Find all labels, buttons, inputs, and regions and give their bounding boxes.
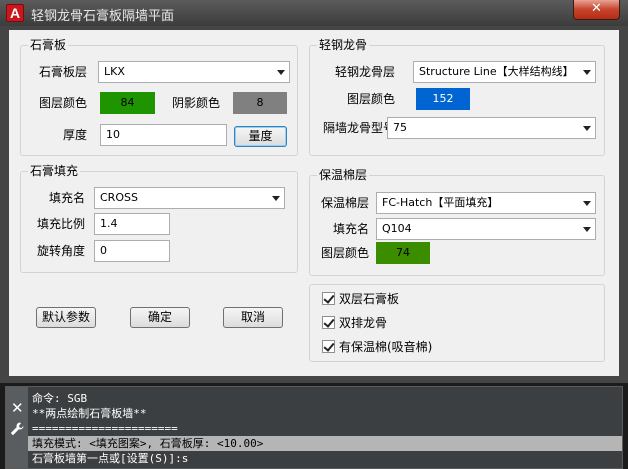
fill-scale-input[interactable]: 1.4: [94, 213, 170, 235]
double-keel-checkbox[interactable]: 双排龙骨: [322, 315, 442, 331]
rotation-angle-input[interactable]: 0: [94, 240, 170, 262]
command-line-sidebar: ✕: [6, 387, 28, 468]
checkmark-icon: [322, 340, 335, 353]
cancel-button[interactable]: 取消: [223, 307, 283, 328]
title-bar[interactable]: A 轻钢龙骨石膏板隔墙平面 ✕: [0, 0, 628, 26]
dialog-client-area: 石膏板 石膏板层 LKX 图层颜色 84 阴影颜色 8 厚度 10 量度 轻钢龙…: [9, 30, 619, 376]
chevron-down-icon: [583, 227, 591, 232]
command-line-text: **两点绘制石膏板墙**: [32, 407, 147, 420]
insulation-layer-label: 保温棉层: [321, 196, 370, 210]
insulation-group-legend: 保温棉层: [319, 168, 368, 182]
window-title: 轻钢龙骨石膏板隔墙平面: [31, 9, 175, 24]
keel-layer-color-label: 图层颜色: [347, 92, 396, 106]
gypsum-layer-color-label: 图层颜色: [39, 96, 88, 110]
keel-model-select[interactable]: 75: [387, 117, 596, 139]
insulation-fill-label: 填充名: [333, 222, 370, 236]
command-line-text: ======================: [32, 422, 178, 435]
fill-scale-label: 填充比例: [37, 217, 86, 231]
chevron-down-icon: [277, 70, 285, 75]
gypsum-group-legend: 石膏板: [30, 38, 67, 52]
checkmark-icon: [322, 292, 335, 305]
ok-button[interactable]: 确定: [130, 307, 190, 328]
command-input-line[interactable]: 石膏板墙第一点或[设置(S)]:s: [32, 451, 622, 466]
measure-button[interactable]: 量度: [234, 126, 287, 147]
keel-layer-value: Structure Line【大样结构线】: [419, 65, 574, 78]
default-params-button[interactable]: 默认参数: [36, 307, 96, 328]
thickness-label: 厚度: [63, 128, 88, 142]
insulation-fill-value: Q104: [382, 222, 412, 235]
gypsum-layer-select[interactable]: LKX: [98, 61, 290, 83]
insulation-fill-select[interactable]: Q104: [376, 218, 596, 240]
keel-model-value: 75: [393, 121, 407, 134]
autocad-app-icon[interactable]: A: [6, 4, 24, 22]
rotation-angle-label: 旋转角度: [37, 244, 86, 258]
command-output: 命令: SGB **两点绘制石膏板墙** ===================…: [28, 391, 622, 466]
keel-model-label: 隔墙龙骨型号: [323, 121, 396, 135]
command-history-highlight: 填充模式: <填充图案>, 石膏板厚: <10.00>: [28, 436, 622, 451]
shadow-color-label: 阴影颜色: [172, 96, 221, 110]
insulation-layer-color-label: 图层颜色: [321, 246, 370, 260]
wrench-icon[interactable]: [9, 421, 25, 437]
keel-layer-label: 轻钢龙骨层: [335, 65, 396, 79]
close-button[interactable]: ✕: [573, 0, 620, 20]
command-line-text: 填充模式: <填充图案>, 石膏板厚: <10.00>: [32, 437, 264, 450]
chevron-down-icon: [583, 70, 591, 75]
checkmark-icon: [322, 316, 335, 329]
double-keel-label: 双排龙骨: [339, 316, 388, 330]
double-gypsum-label: 双层石膏板: [339, 292, 400, 306]
insulation-layer-select[interactable]: FC-Hatch【平面填充】: [376, 192, 596, 214]
close-icon[interactable]: ✕: [11, 399, 24, 417]
chevron-down-icon: [272, 196, 280, 201]
dialog-window: A 轻钢龙骨石膏板隔墙平面 ✕ 石膏板 石膏板层 LKX 图层颜色 84 阴影颜…: [0, 0, 628, 383]
keel-layer-select[interactable]: Structure Line【大样结构线】: [413, 61, 596, 83]
fill-group-legend: 石膏填充: [30, 164, 79, 178]
insulation-layer-color-swatch[interactable]: 74: [376, 242, 430, 264]
gypsum-layer-value: LKX: [104, 65, 125, 78]
fill-name-select[interactable]: CROSS: [94, 187, 285, 209]
command-line-panel: ✕ 命令: SGB **两点绘制石膏板墙** =================…: [5, 386, 623, 469]
insulation-layer-value: FC-Hatch【平面填充】: [382, 196, 499, 209]
chevron-down-icon: [583, 201, 591, 206]
fill-name-value: CROSS: [100, 191, 138, 204]
with-insulation-checkbox[interactable]: 有保温棉(吸音棉): [322, 339, 482, 355]
double-gypsum-checkbox[interactable]: 双层石膏板: [322, 291, 442, 307]
fill-name-label: 填充名: [49, 191, 86, 205]
with-insulation-label: 有保温棉(吸音棉): [339, 340, 433, 354]
keel-group-legend: 轻钢龙骨: [319, 38, 368, 52]
thickness-input[interactable]: 10: [100, 124, 227, 146]
shadow-color-swatch[interactable]: 8: [233, 92, 287, 114]
gypsum-layer-color-swatch[interactable]: 84: [100, 92, 155, 114]
chevron-down-icon: [583, 126, 591, 131]
keel-layer-color-swatch[interactable]: 152: [416, 88, 470, 110]
gypsum-layer-label: 石膏板层: [39, 65, 88, 79]
command-line-text: 命令: SGB: [32, 392, 88, 405]
